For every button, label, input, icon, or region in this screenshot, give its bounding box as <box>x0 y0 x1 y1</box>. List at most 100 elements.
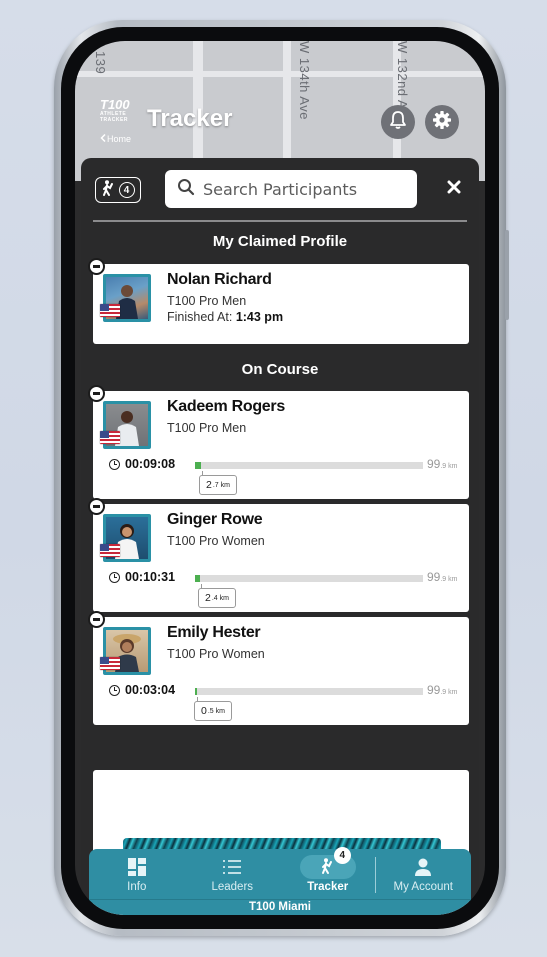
event-name-bar: T100 Miami <box>89 899 471 915</box>
progress-fill <box>195 462 202 469</box>
walker-icon <box>321 857 335 878</box>
gear-icon <box>432 110 452 135</box>
finish-label: Finished At: <box>167 310 233 324</box>
remove-participant-button[interactable] <box>88 498 105 515</box>
nav-label: Leaders <box>211 881 254 893</box>
distance-value: 2 <box>206 479 212 491</box>
elapsed-timer: 00:03:04 <box>109 683 175 697</box>
participant-count-badge: 4 <box>118 182 135 198</box>
course-total-distance: 99.9 km <box>427 683 457 697</box>
on-course-heading: On Course <box>241 361 319 378</box>
course-total-decimal: .9 km <box>440 576 458 583</box>
tracker-nav-icon: 4 <box>299 847 356 879</box>
dashboard-icon <box>127 855 147 879</box>
logo-subtext: ATHLETE TRACKER <box>100 111 128 123</box>
list-icon <box>222 855 242 879</box>
course-total-value: 99 <box>427 457 441 471</box>
home-back-link[interactable]: Home <box>100 133 131 144</box>
participant-name: Ginger Rowe <box>167 511 263 528</box>
distance-decimal: .4 km <box>211 594 229 602</box>
course-total-decimal: .9 km <box>440 689 458 696</box>
distance-decimal: .7 km <box>212 481 230 489</box>
finish-time: 1:43 pm <box>235 310 284 324</box>
page-title: Tracker <box>147 105 233 132</box>
nav-item-tracker[interactable]: 4 Tracker <box>280 847 376 899</box>
settings-button[interactable] <box>425 105 459 139</box>
notifications-button[interactable] <box>381 105 415 139</box>
remove-participant-button[interactable] <box>88 611 105 628</box>
distance-decimal: .5 km <box>207 707 225 715</box>
elapsed-time: 00:10:31 <box>125 570 176 584</box>
progress-fill <box>195 688 197 695</box>
nav-item-my-account[interactable]: My Account <box>376 849 472 899</box>
on-course-participant-card[interactable]: Kadeem Rogers T100 Pro Men 00:09:08 99.9… <box>88 385 469 499</box>
app-screen: 139 W 134th Ave W 132nd Ave T100 ATHLETE… <box>75 41 485 915</box>
us-flag-icon <box>100 431 120 444</box>
course-total-value: 99 <box>427 683 441 697</box>
nav-item-info[interactable]: Info <box>89 849 185 899</box>
participants-sheet: 4 My Claimed Profile <box>81 158 479 915</box>
progress-track <box>195 462 423 469</box>
current-distance-tag: 0.5 km <box>194 697 232 721</box>
progress-track <box>195 575 423 582</box>
progress-fill <box>195 575 201 582</box>
distance-value: 0 <box>201 705 207 717</box>
course-total-distance: 99.9 km <box>427 457 457 471</box>
nav-item-leaders[interactable]: Leaders <box>185 849 281 899</box>
participant-name: Nolan Richard <box>167 271 272 288</box>
map-road <box>75 71 485 77</box>
map-street-label: W 134th Ave <box>297 41 312 120</box>
app-logo: T100 ATHLETE TRACKER <box>100 97 140 123</box>
close-icon <box>447 180 461 199</box>
section-divider <box>93 220 467 222</box>
nav-label: Info <box>127 881 147 893</box>
chevron-left-icon <box>100 133 106 144</box>
walker-icon <box>102 179 116 201</box>
close-button[interactable] <box>445 180 463 198</box>
clock-icon <box>109 684 120 696</box>
tracker-count-badge: 4 <box>333 847 351 864</box>
claimed-profile-heading: My Claimed Profile <box>212 233 348 250</box>
participant-category: T100 Pro Women <box>167 647 265 661</box>
participant-finish: Finished At: 1:43 pm <box>167 310 283 324</box>
current-distance-tag: 2.4 km <box>198 584 236 608</box>
elapsed-timer: 00:10:31 <box>109 570 175 584</box>
distance-value: 2 <box>205 592 211 604</box>
participant-category: T100 Pro Women <box>167 534 265 548</box>
search-box[interactable] <box>165 170 417 208</box>
participant-category: T100 Pro Men <box>167 421 247 435</box>
elapsed-time: 00:03:04 <box>125 683 176 697</box>
remove-participant-button[interactable] <box>88 385 105 402</box>
search-input[interactable] <box>203 179 403 199</box>
on-course-participant-card[interactable]: Ginger Rowe T100 Pro Women 00:10:31 99.9… <box>88 498 469 612</box>
phone-side-button <box>505 230 509 320</box>
course-total-value: 99 <box>427 570 441 584</box>
search-icon <box>177 178 195 201</box>
map-street-label: 139 <box>93 51 108 75</box>
current-distance-tag: 2.7 km <box>199 471 237 495</box>
claimed-participant-card[interactable]: Nolan Richard T100 Pro Men Finished At: … <box>88 258 469 344</box>
us-flag-icon <box>100 657 120 670</box>
elapsed-timer: 00:09:08 <box>109 457 175 471</box>
clock-icon <box>109 571 120 583</box>
course-total-distance: 99.9 km <box>427 570 457 584</box>
logo-text: T100 <box>100 97 130 112</box>
person-icon <box>413 855 433 879</box>
remove-participant-button[interactable] <box>88 258 105 275</box>
nav-label: My Account <box>393 881 453 893</box>
phone-frame: 139 W 134th Ave W 132nd Ave T100 ATHLETE… <box>54 20 509 936</box>
elapsed-time: 00:09:08 <box>125 457 176 471</box>
nav-label: Tracker <box>307 881 349 893</box>
on-course-participant-card[interactable]: Emily Hester T100 Pro Women 00:03:04 99.… <box>88 611 469 725</box>
us-flag-icon <box>100 304 120 317</box>
course-total-decimal: .9 km <box>440 463 458 470</box>
progress-track <box>195 688 423 695</box>
us-flag-icon <box>100 544 120 557</box>
bell-icon <box>389 110 407 135</box>
clock-icon <box>109 458 120 470</box>
participant-name: Kadeem Rogers <box>167 398 285 415</box>
participant-name: Emily Hester <box>167 624 261 641</box>
participant-category: T100 Pro Men <box>167 294 247 308</box>
participants-filter-button[interactable]: 4 <box>95 177 141 203</box>
bottom-nav: Info Leaders 4 Tracker My Account <box>89 847 472 899</box>
